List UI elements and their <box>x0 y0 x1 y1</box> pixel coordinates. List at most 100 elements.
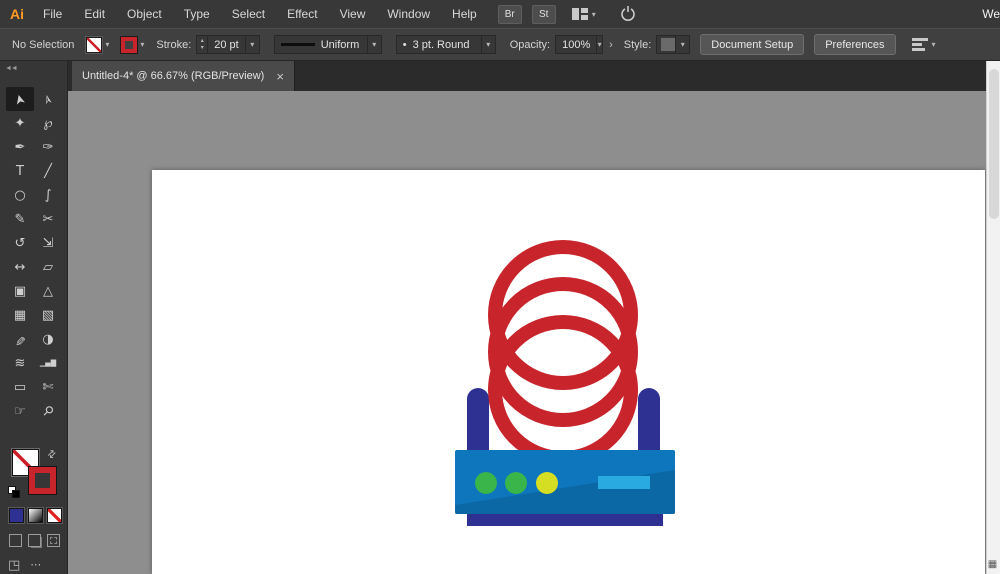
perspective-grid-tool[interactable]: △ <box>34 279 62 303</box>
stroke-swatch[interactable] <box>28 466 57 495</box>
opacity-panel-arrow-icon[interactable]: › <box>606 39 616 51</box>
draw-behind-icon[interactable] <box>28 534 41 547</box>
chevron-down-icon[interactable]: ▾ <box>675 36 689 53</box>
document-setup-button[interactable]: Document Setup <box>700 34 805 55</box>
arrange-icon <box>911 37 928 52</box>
free-transform-tool[interactable]: ▱ <box>34 255 62 279</box>
artboard[interactable] <box>152 170 985 574</box>
direct-selection-tool[interactable]: ➢ <box>34 87 62 111</box>
stepper-down-icon[interactable]: ▾ <box>201 45 204 52</box>
lasso-tool[interactable]: ℘ <box>34 111 62 135</box>
control-bar: No Selection ▾ ▾ Stroke: ▴ ▾ 20 pt ▾ Uni… <box>0 28 1000 61</box>
menu-edit[interactable]: Edit <box>73 0 116 28</box>
canvas-area[interactable] <box>68 91 986 574</box>
magic-wand-tool[interactable]: ✦ <box>6 111 34 135</box>
bridge-button[interactable]: Br <box>497 4 522 24</box>
more-options-icon[interactable]: ⋯ <box>30 558 41 573</box>
width-tool[interactable]: ↔ <box>6 255 34 279</box>
artboard-tool[interactable]: ▭ <box>6 375 34 399</box>
slice-tool[interactable]: ✄ <box>34 375 62 399</box>
indicator-light-3[interactable] <box>536 472 558 494</box>
vertical-scrollbar[interactable] <box>986 61 1000 574</box>
stock-button[interactable]: St <box>531 4 556 24</box>
opacity-field[interactable]: 100% ▾ <box>555 35 604 54</box>
symbol-sprayer-tool[interactable]: ≋ <box>6 351 34 375</box>
type-tool[interactable]: T <box>6 159 34 183</box>
chevron-down-icon: ▾ <box>140 40 145 49</box>
line-segment-tool[interactable]: ╱ <box>34 159 62 183</box>
menu-file[interactable]: File <box>32 0 73 28</box>
shape-builder-tool[interactable]: ▣ <box>6 279 34 303</box>
swap-fill-stroke-icon[interactable]: ⇄ <box>45 448 59 462</box>
preferences-button[interactable]: Preferences <box>814 34 896 55</box>
scale-tool[interactable]: ⇲ <box>34 231 62 255</box>
column-graph-icon: ▁▄▇ <box>39 359 57 367</box>
chevron-down-icon[interactable]: ▾ <box>244 36 259 53</box>
menu-select[interactable]: Select <box>221 0 276 28</box>
workspace-switcher-icon <box>571 8 588 20</box>
hand-tool[interactable]: ☞ <box>6 399 34 423</box>
width-profile-dropdown[interactable]: Uniform ▾ <box>273 35 382 54</box>
app-status-icon[interactable] <box>620 5 636 24</box>
stroke-weight-stepper[interactable]: ▴ ▾ <box>196 35 208 54</box>
rotate-tool[interactable]: ↺ <box>6 231 34 255</box>
menu-object[interactable]: Object <box>116 0 173 28</box>
paintbrush-tool[interactable]: ∫ <box>34 183 62 207</box>
brush-bullet-icon: • <box>402 38 407 51</box>
opacity-value: 100% <box>562 38 591 51</box>
scissors-tool[interactable]: ✂ <box>34 207 62 231</box>
blend-tool[interactable]: ◑ <box>34 327 62 351</box>
eyedropper-tool[interactable]: ✐ <box>6 327 34 351</box>
chevron-down-icon[interactable]: ▾ <box>366 36 381 53</box>
device-base[interactable] <box>467 514 663 526</box>
symbol-sprayer-icon: ≋ <box>14 355 26 371</box>
cable-coil-ring-2[interactable] <box>488 277 638 427</box>
zoom-icon: ⚲ <box>39 402 57 420</box>
style-label: Style: <box>623 38 652 51</box>
zoom-tool[interactable]: ⚲ <box>34 399 62 423</box>
screen-mode-icon[interactable]: ◳ <box>8 558 20 573</box>
menu-help[interactable]: Help <box>441 0 488 28</box>
chevron-down-icon[interactable]: ▾ <box>480 36 495 53</box>
curvature-tool[interactable]: ✑ <box>34 135 62 159</box>
tab-close-icon[interactable]: × <box>276 70 284 83</box>
collapse-panel-icon[interactable]: ◄◄ <box>5 65 18 72</box>
eyedropper-icon: ✐ <box>14 331 26 347</box>
opacity-label[interactable]: Opacity: <box>510 39 550 51</box>
device-port[interactable] <box>598 476 650 489</box>
fill-none-swatch-icon <box>86 36 103 53</box>
menu-type[interactable]: Type <box>173 0 221 28</box>
column-graph-tool[interactable]: ▁▄▇ <box>34 351 62 375</box>
pen-tool[interactable]: ✒ <box>6 135 34 159</box>
brush-dropdown[interactable]: • 3 pt. Round ▾ <box>395 35 496 54</box>
document-tab[interactable]: Untitled-4* @ 66.67% (RGB/Preview) × <box>72 61 295 91</box>
mesh-tool[interactable]: ▦ <box>6 303 34 327</box>
ellipse-tool[interactable]: ○ <box>6 183 34 207</box>
menu-window[interactable]: Window <box>376 0 441 28</box>
scale-icon: ⇲ <box>42 235 54 251</box>
corner-grid-icon[interactable]: ▦ <box>987 559 998 570</box>
default-fill-stroke-icon[interactable] <box>8 486 20 498</box>
menu-view[interactable]: View <box>329 0 377 28</box>
style-dropdown[interactable]: ▾ <box>656 35 691 54</box>
stroke-label: Stroke: <box>156 38 192 51</box>
stroke-weight-field[interactable]: 20 pt ▾ <box>207 35 260 54</box>
none-button[interactable] <box>47 508 62 523</box>
color-button[interactable] <box>9 508 24 523</box>
fill-color-control[interactable]: ▾ <box>86 36 109 53</box>
indicator-light-2[interactable] <box>505 472 527 494</box>
vertical-scrollbar-thumb[interactable] <box>989 69 999 219</box>
menu-effect[interactable]: Effect <box>276 0 328 28</box>
draw-normal-icon[interactable] <box>9 534 22 547</box>
pencil-tool[interactable]: ✎ <box>6 207 34 231</box>
selection-tool[interactable]: ➤ <box>6 87 34 111</box>
chevron-down-icon[interactable]: ▾ <box>596 36 602 53</box>
gradient-button[interactable] <box>28 508 43 523</box>
draw-inside-icon[interactable] <box>47 534 60 547</box>
indicator-light-1[interactable] <box>475 472 497 494</box>
arrange-options[interactable]: ▾ <box>911 37 936 52</box>
workspace-switcher[interactable]: ▾ <box>571 8 596 20</box>
stroke-color-control[interactable]: ▾ <box>120 35 145 54</box>
gradient-tool[interactable]: ▧ <box>34 303 62 327</box>
stepper-up-icon[interactable]: ▴ <box>201 38 204 45</box>
